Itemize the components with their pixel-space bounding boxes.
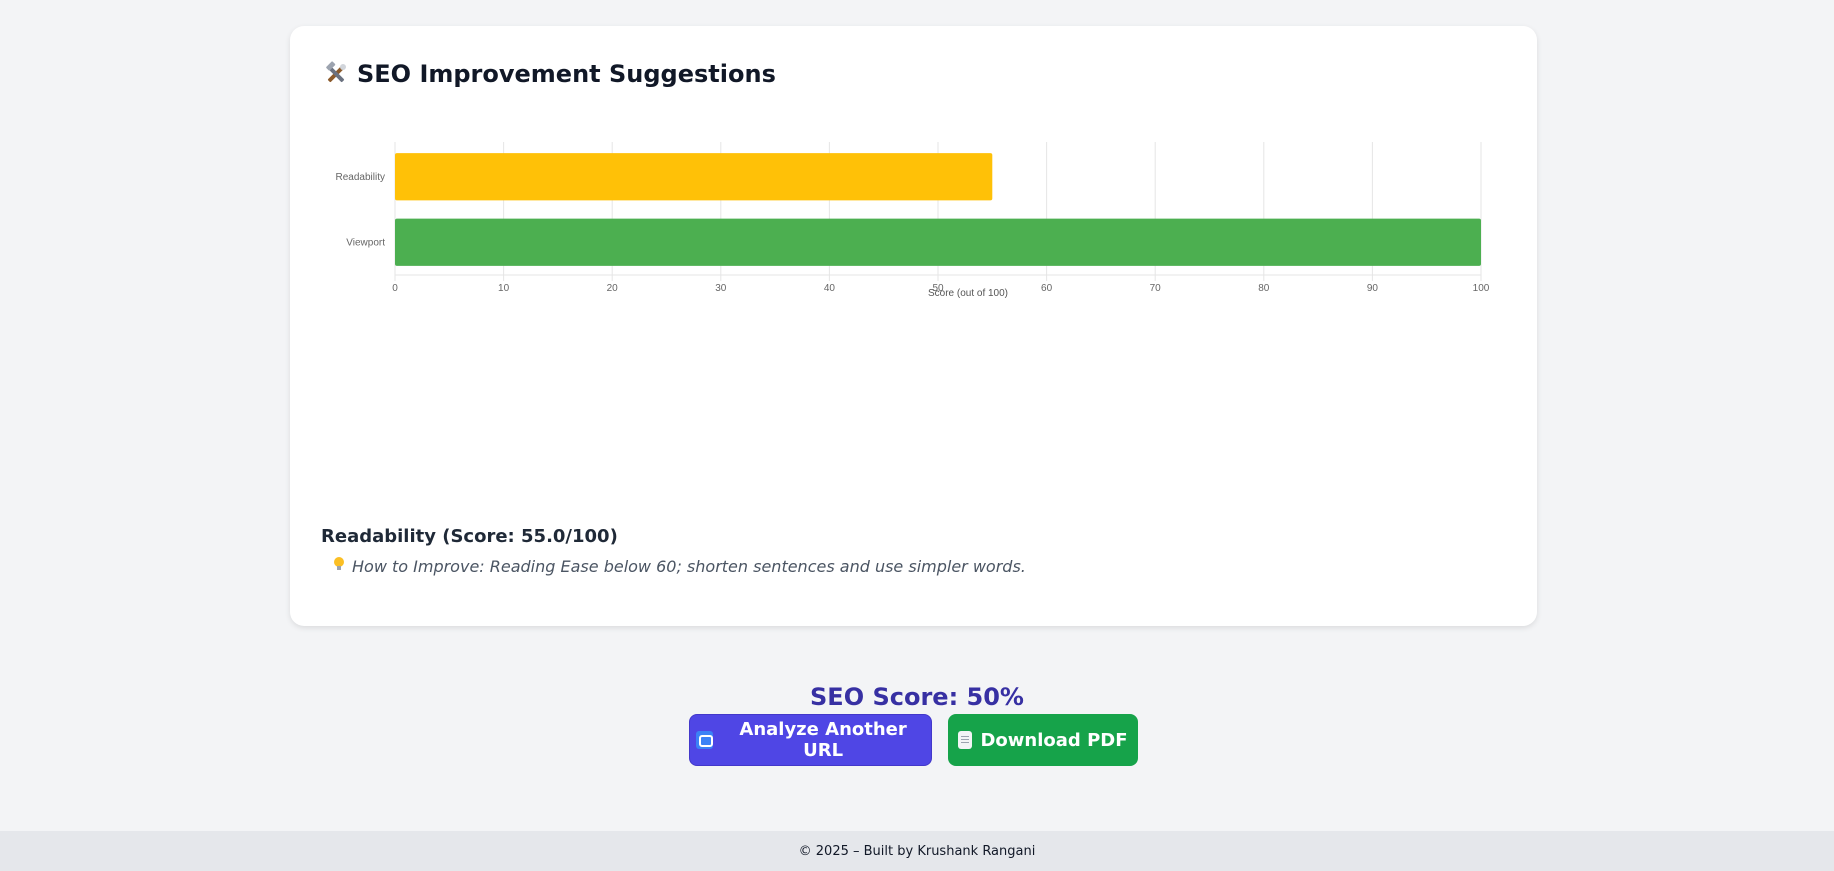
x-tick-label: 90 <box>1367 283 1379 294</box>
x-tick-label: 60 <box>1041 283 1053 294</box>
x-tick-label: 30 <box>715 283 727 294</box>
y-category-label: Viewport <box>346 237 385 248</box>
document-icon <box>958 731 973 749</box>
repeat-icon <box>696 731 714 749</box>
lightbulb-icon <box>332 556 346 576</box>
suggestion-title: Readability (Score: 55.0/100) <box>321 526 618 547</box>
suggestion-tip-text: How to Improve: Reading Ease below 60; s… <box>352 556 1026 576</box>
x-tick-label: 100 <box>1473 283 1490 294</box>
x-tick-label: 20 <box>607 283 619 294</box>
x-tick-label: 40 <box>824 283 836 294</box>
bar-readability <box>395 153 993 201</box>
x-tick-label: 10 <box>498 283 510 294</box>
score-bar-chart: ReadabilityViewport 0 10 20 30 40 50 60 70 80 90 1… <box>336 142 1490 299</box>
analyze-button-label: Analyze Another URL <box>739 719 907 761</box>
x-tick-label: 80 <box>1258 283 1270 294</box>
x-tick-label: 70 <box>1150 283 1162 294</box>
x-axis-title: Score (out of 100) <box>928 288 1008 299</box>
card-title-text: SEO Improvement Suggestions <box>357 60 776 88</box>
download-pdf-button[interactable]: Download PDF <box>948 714 1138 766</box>
y-category-label: Readability <box>336 172 385 183</box>
card-title: SEO Improvement Suggestions <box>323 60 776 88</box>
pdf-button-label: Download PDF <box>980 729 1128 751</box>
bar-viewport <box>395 218 1481 266</box>
analyze-another-url-button[interactable]: Analyze Another URL <box>689 714 932 766</box>
footer: © 2025 – Built by Krushank Rangani <box>0 831 1834 871</box>
seo-score: SEO Score: 50% <box>810 683 1024 711</box>
suggestion-tip: How to Improve: Reading Ease below 60; s… <box>332 556 1026 576</box>
footer-text: © 2025 – Built by Krushank Rangani <box>798 843 1036 859</box>
x-tick-label: 0 <box>392 283 398 294</box>
suggestions-card: SEO Improvement Suggestions Readability V… <box>290 26 1537 626</box>
tools-icon <box>323 61 349 87</box>
